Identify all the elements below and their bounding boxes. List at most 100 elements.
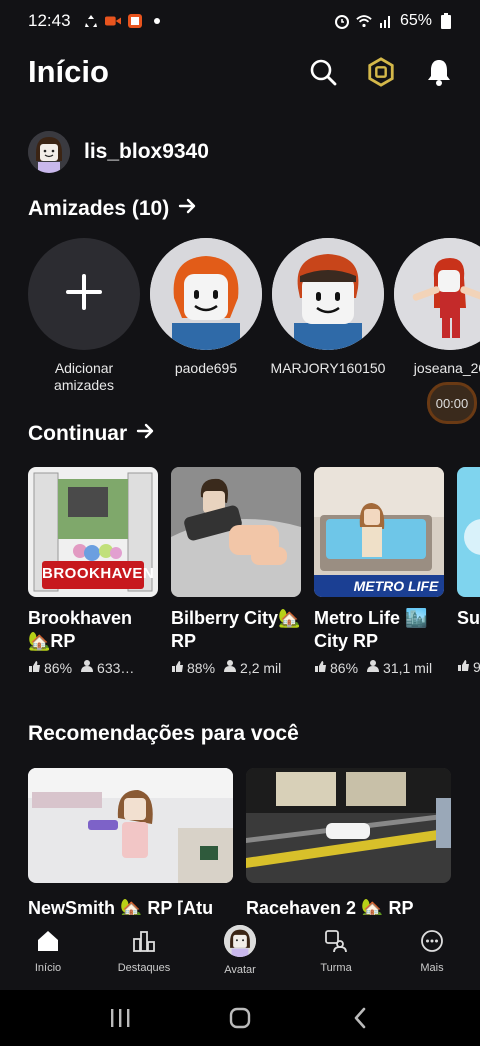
game-card[interactable]: METRO LIFE Metro Life 🏙️ City RP 86% 31,… xyxy=(314,467,444,676)
robux-icon[interactable] xyxy=(366,57,396,87)
nav-charts[interactable]: Destaques xyxy=(96,915,192,990)
thumbs-up-icon xyxy=(457,659,470,675)
plus-icon xyxy=(65,273,103,316)
charts-icon xyxy=(130,927,158,955)
signal-icon xyxy=(378,13,394,29)
arrow-right-icon xyxy=(135,421,155,447)
nav-more[interactable]: Mais xyxy=(384,915,480,990)
game-stats: 9 xyxy=(457,659,480,675)
status-bar: 12:43 65% xyxy=(0,0,480,42)
status-time: 12:43 xyxy=(28,11,71,30)
app-screen: 12:43 65% Início lis_blox9340 Amizades (… xyxy=(0,0,480,990)
continue-section-title[interactable]: Continuar xyxy=(28,421,155,447)
recommendation-card[interactable]: NewSmith 🏡 RP [Atu xyxy=(28,768,233,919)
recommendations-title-text: Recomendações para você xyxy=(28,722,299,745)
game-card[interactable]: BROOKHAVEN Brookhaven 🏡RP 86% 633… xyxy=(28,467,158,676)
game-card[interactable]: Su Ca 9 xyxy=(457,467,480,676)
friend-item[interactable]: MARJORY160150 xyxy=(270,238,386,394)
dot-icon xyxy=(149,13,165,29)
top-header: Início xyxy=(28,50,454,94)
game-stats: 88% 2,2 mil xyxy=(171,659,301,676)
recycle-icon xyxy=(83,13,99,29)
game-players: 2,2 mil xyxy=(240,659,282,676)
friend-item[interactable]: paode695 xyxy=(150,238,262,394)
recommendation-card[interactable]: Racehaven 2 🏡 RP xyxy=(246,768,451,919)
nav-party[interactable]: Turma xyxy=(288,915,384,990)
friend-avatar xyxy=(272,238,384,350)
friends-section-title[interactable]: Amizades (10) xyxy=(28,196,197,222)
nav-avatar[interactable]: Avatar xyxy=(192,915,288,990)
friend-name: joseana_20 xyxy=(413,360,480,376)
battery-percent: 65% xyxy=(399,12,432,29)
players-icon xyxy=(223,659,237,676)
nav-label: Início xyxy=(34,962,62,974)
add-friends-label: Adicionar amizades xyxy=(54,360,114,393)
game-rating: 86% xyxy=(44,659,73,676)
screen-record-icon xyxy=(104,13,121,29)
friend-name: MARJORY160150 xyxy=(270,360,386,376)
nav-label: Mais xyxy=(420,962,444,974)
continue-carousel[interactable]: BROOKHAVEN Brookhaven 🏡RP 86% 633… Bilbe… xyxy=(28,467,480,676)
nav-label: Turma xyxy=(320,962,352,974)
bottom-navigation: Início Destaques Avatar Turma Mais xyxy=(0,915,480,990)
brookhaven-logo-text: BROOKHAVEN xyxy=(42,565,155,582)
nav-label: Destaques xyxy=(117,962,171,974)
recommendation-thumbnail xyxy=(246,768,451,883)
friend-avatar xyxy=(394,238,480,350)
game-thumbnail xyxy=(171,467,301,597)
thumbs-up-icon xyxy=(314,660,327,676)
app-notification-icon xyxy=(127,13,143,29)
friend-name: paode695 xyxy=(174,360,238,376)
add-friends-button[interactable]: Adicionar amizades xyxy=(28,238,140,394)
game-thumbnail xyxy=(457,467,480,597)
game-thumbnail: BROOKHAVEN xyxy=(28,467,158,597)
floating-timer[interactable]: 00:00 xyxy=(427,382,477,424)
game-players: 633… xyxy=(97,659,135,676)
home-icon xyxy=(34,927,62,955)
nav-home[interactable]: Início xyxy=(0,915,96,990)
alarm-icon xyxy=(334,13,350,29)
game-title: Su Ca xyxy=(457,608,480,628)
profile-row[interactable]: lis_blox9340 xyxy=(28,131,209,173)
thumbs-up-icon xyxy=(28,660,41,676)
friend-item[interactable]: joseana_20 xyxy=(394,238,480,394)
game-title: Brookhaven 🏡RP xyxy=(28,608,133,651)
page-title: Início xyxy=(28,54,109,89)
game-stats: 86% 31,1 mil xyxy=(314,659,444,676)
recommendations-carousel[interactable]: NewSmith 🏡 RP [Atu Racehaven 2 🏡 RP xyxy=(28,768,451,919)
avatar[interactable] xyxy=(28,131,70,173)
game-players: 31,1 mil xyxy=(383,659,433,676)
notification-bell-icon[interactable] xyxy=(424,57,454,87)
game-title: Metro Life 🏙️ City RP xyxy=(314,608,428,651)
username: lis_blox9340 xyxy=(84,140,209,163)
recommendation-thumbnail xyxy=(28,768,233,883)
nav-label: Avatar xyxy=(224,964,256,976)
more-icon xyxy=(418,927,446,955)
system-navigation-bar xyxy=(0,990,480,1046)
home-button-icon[interactable] xyxy=(220,998,260,1038)
game-stats: 86% 633… xyxy=(28,659,158,676)
arrow-right-icon xyxy=(177,196,197,222)
recents-icon[interactable] xyxy=(100,998,140,1038)
thumbs-up-icon xyxy=(171,660,184,676)
game-rating: 88% xyxy=(187,659,216,676)
players-icon xyxy=(366,659,380,676)
battery-icon xyxy=(438,13,454,29)
continue-title-text: Continuar xyxy=(28,422,128,445)
metro-life-logo-text: METRO LIFE xyxy=(353,578,439,594)
recommendations-section-title: Recomendações para você xyxy=(28,722,299,746)
party-icon xyxy=(322,927,350,955)
game-rating: 9 xyxy=(473,659,480,675)
friends-title-text: Amizades (10) xyxy=(28,197,170,220)
game-thumbnail: METRO LIFE xyxy=(314,467,444,597)
game-title: Bilberry City🏡RP xyxy=(171,608,301,651)
game-rating: 86% xyxy=(330,659,359,676)
avatar-icon xyxy=(224,925,256,957)
back-icon[interactable] xyxy=(340,998,380,1038)
friends-carousel[interactable]: Adicionar amizades paode695 MARJORY16015… xyxy=(28,238,480,394)
wifi-icon xyxy=(356,13,372,29)
friend-avatar xyxy=(150,238,262,350)
players-icon xyxy=(80,659,94,676)
game-card[interactable]: Bilberry City🏡RP 88% 2,2 mil xyxy=(171,467,301,676)
search-icon[interactable] xyxy=(308,57,338,87)
